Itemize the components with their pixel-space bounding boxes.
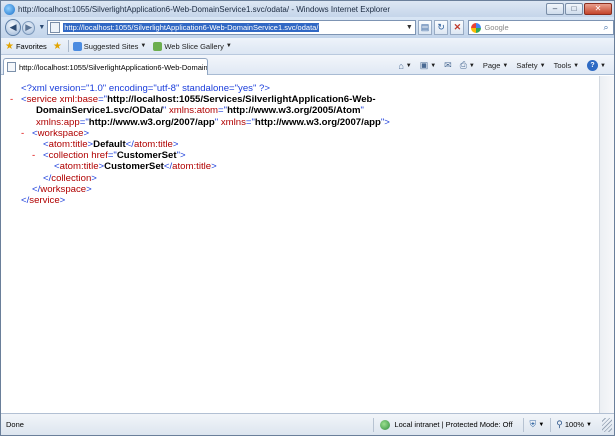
page-menu[interactable]: Page ▼ [483,61,508,70]
address-dropdown-icon[interactable]: ▼ [404,24,415,31]
collection-title-line: <atom:title>CustomerSet</atom:title> [54,161,217,173]
favorites-star-icon[interactable]: ★ [5,41,14,52]
collapse-workspace-toggle[interactable]: - [21,128,31,139]
tab-odata[interactable]: http://localhost:1055/SilverlightApplica… [3,58,208,75]
add-favorites-icon[interactable]: ★ [53,41,62,52]
safety-menu[interactable]: Safety ▼ [516,61,545,70]
service-attr-line-3: xmlns:app="http://www.w3.org/2007/app" x… [36,116,390,128]
refresh-icon: ↻ [437,22,445,32]
ie-logo-icon [4,3,15,15]
suggested-sites-item[interactable]: Suggested Sites ▼ [72,41,147,51]
home-button[interactable]: ⌂ ▼ [398,61,411,71]
feeds-icon: ▣ [419,60,429,70]
close-button[interactable]: ✕ [584,2,612,15]
resize-grip[interactable] [602,417,612,432]
compatibility-view-button[interactable]: ▤ [417,20,433,35]
zoom-icon: ⚲ [556,419,563,429]
workspace-open-line: - <workspace> [21,127,90,139]
browser-window: http://localhost:1055/SilverlightApplica… [0,0,615,436]
help-menu[interactable]: ? ▼ [587,60,606,71]
forward-arrow-icon: ▶ [25,22,33,32]
page-icon [50,22,61,33]
page-icon [7,62,16,72]
print-icon: ⎙ [459,60,467,70]
tab-row: http://localhost:1055/SilverlightApplica… [1,55,614,75]
globe-icon [380,419,391,430]
workspace-title-line: <atom:title>Default</atom:title> [43,139,179,151]
divider [67,40,69,52]
collection-close-line: </collection> [43,172,97,184]
forward-button[interactable]: ▶ [22,20,36,35]
print-button[interactable]: ⎙ ▼ [460,60,475,71]
address-bar[interactable]: http://localhost:1055/SilverlightApplica… [47,20,416,35]
tools-menu[interactable]: Tools ▼ [554,61,579,70]
web-slice-icon [153,41,163,51]
service-close-line: </service> [21,195,66,207]
back-button[interactable]: ◀ [5,19,22,36]
status-text: Done [6,420,24,429]
favorites-bar: ★ Favorites ★ Suggested Sites ▼ Web Slic… [1,38,614,55]
chevron-down-icon: ▼ [539,62,546,69]
chevron-down-icon: ▼ [600,62,606,69]
tab-title: http://localhost:1055/SilverlightApplica… [19,62,207,72]
chevron-down-icon: ▼ [502,62,509,69]
service-attr-line-2: DomainService1.svc/OData/" xmlns:atom="h… [36,105,364,117]
chevron-down-icon: ▼ [538,421,545,428]
maximize-button[interactable]: □ [565,2,583,15]
search-box[interactable]: Google ⌕ [468,20,614,35]
xml-declaration: <?xml version="1.0" encoding="utf-8" sta… [21,83,270,94]
protected-mode-button[interactable]: ⛨ ▼ [524,419,551,430]
help-icon: ? [587,60,599,71]
mail-button[interactable]: ✉ [444,60,452,71]
minimize-button[interactable]: – [546,2,564,15]
collection-open-line: - <collection href="CustomerSet"> [32,150,186,162]
chevron-down-icon: ▼ [140,43,147,49]
favorites-button[interactable]: Favorites [16,42,47,51]
feeds-button[interactable]: ▣ ▼ [420,60,436,71]
window-controls: – □ ✕ [545,2,612,16]
workspace-close-line: </workspace> [32,183,92,195]
service-open-line: - <service xml:base="http://localhost:10… [10,94,376,106]
search-placeholder[interactable]: Google [484,23,599,32]
mail-icon: ✉ [444,60,452,70]
xml-document: <?xml version="1.0" encoding="utf-8" sta… [1,76,599,413]
google-icon [471,22,482,33]
status-bar: Done Local intranet | Protected Mode: Of… [1,413,614,435]
web-slice-gallery-item[interactable]: Web Slice Gallery ▼ [153,41,232,51]
chevron-down-icon: ▼ [225,43,232,49]
zoom-level: 100% [564,420,585,429]
window-title: http://localhost:1055/SilverlightApplica… [18,4,391,14]
chevron-down-icon: ▼ [586,421,592,428]
shield-icon: ⛨ [529,419,537,429]
suggested-sites-icon [72,41,82,51]
stop-icon: ✕ [453,22,462,32]
chevron-down-icon: ▼ [573,62,580,69]
collapse-service-toggle[interactable]: - [10,94,20,105]
search-icon[interactable]: ⌕ [599,21,613,34]
recent-pages-dropdown-icon[interactable]: ▼ [38,24,45,31]
refresh-button[interactable]: ↻ [434,20,449,35]
back-arrow-icon: ◀ [9,22,17,32]
compatibility-icon: ▤ [420,22,430,32]
address-toolbar: ◀ ▶ ▼ http://localhost:1055/SilverlightA… [1,17,614,38]
security-zone[interactable]: Local intranet | Protected Mode: Off [374,419,522,430]
collapse-collection-toggle[interactable]: - [32,150,42,161]
stop-button[interactable]: ✕ [450,20,465,35]
address-url[interactable]: http://localhost:1055/SilverlightApplica… [63,23,320,32]
home-icon: ⌂ [398,60,404,71]
vertical-scrollbar[interactable] [599,76,614,413]
zoom-control[interactable]: ⚲ 100% ▼ [551,419,602,430]
command-bar: ⌂ ▼ ▣ ▼ ✉ ⎙ ▼ Page ▼ Safety ▼ Tools ▼ ? ▼ [390,58,606,73]
title-bar: http://localhost:1055/SilverlightApplica… [1,1,614,17]
